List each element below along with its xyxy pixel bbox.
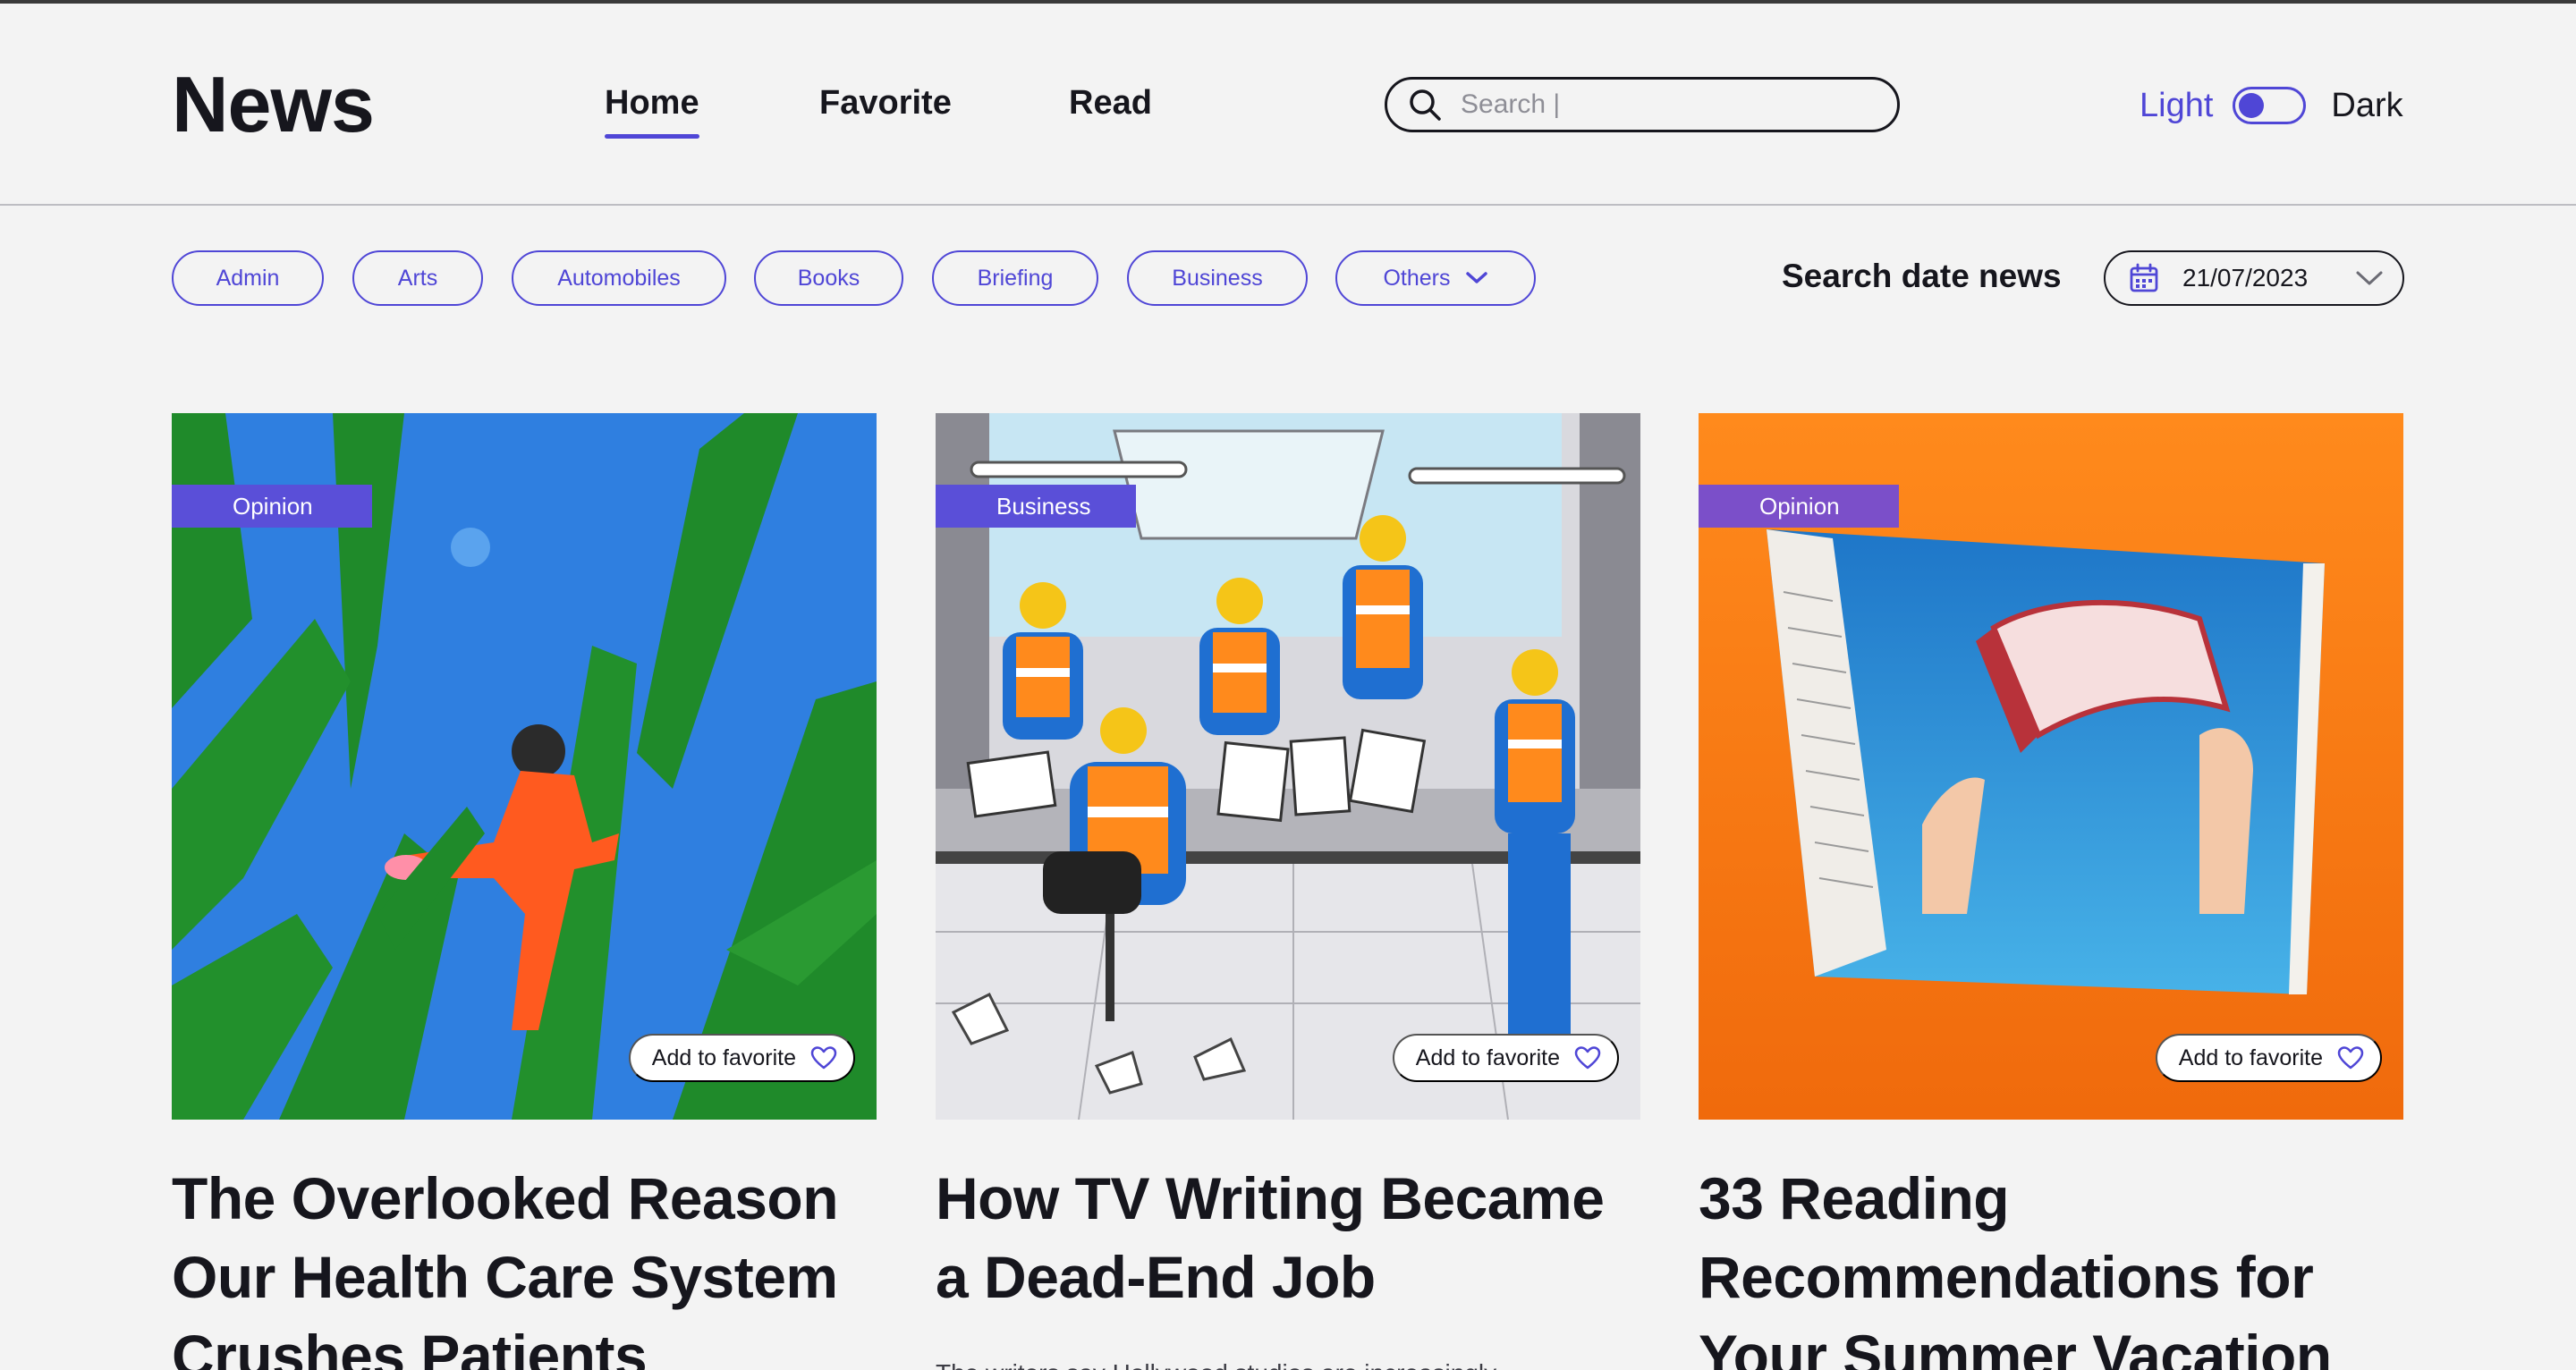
search-icon xyxy=(1410,89,1441,121)
search-box[interactable] xyxy=(1385,77,1900,132)
site-logo[interactable]: News xyxy=(172,59,375,150)
heart-icon xyxy=(2337,1046,2364,1070)
category-badge: Opinion xyxy=(1699,485,1899,528)
add-to-favorite-button[interactable]: Add to favorite xyxy=(1392,1034,1619,1082)
article-image[interactable]: Opinion Add to favorite xyxy=(1699,413,2403,1120)
chevron-down-icon xyxy=(1465,272,1487,283)
category-chip-briefing[interactable]: Briefing xyxy=(932,250,1098,306)
category-chip-automobiles[interactable]: Automobiles xyxy=(512,250,726,306)
calendar-icon xyxy=(2130,263,2158,292)
theme-toggle[interactable] xyxy=(2233,87,2307,124)
category-chip-arts[interactable]: Arts xyxy=(352,250,483,306)
site-header: News Home Favorite Read Light Dark xyxy=(0,4,2576,206)
search-input[interactable] xyxy=(1461,89,1854,120)
category-badge: Business xyxy=(936,485,1136,528)
article-card[interactable]: Opinion Add to favorite 33 Reading Recom… xyxy=(1699,413,2403,1370)
article-card[interactable]: Opinion Add to favorite The Overlooked R… xyxy=(172,413,877,1370)
theme-toggle-knob xyxy=(2239,93,2265,118)
article-image[interactable]: Opinion Add to favorite xyxy=(172,413,877,1120)
chevron-down-icon xyxy=(2356,271,2383,285)
theme-switcher: Light Dark xyxy=(2140,82,2403,129)
theme-dark-label[interactable]: Dark xyxy=(2331,87,2402,125)
date-value: 21/07/2023 xyxy=(2182,264,2309,292)
add-to-favorite-label: Add to favorite xyxy=(1415,1044,1560,1070)
nav-item-read[interactable]: Read xyxy=(1069,84,1152,123)
article-title[interactable]: How TV Writing Became a Dead-End Job xyxy=(936,1159,1640,1316)
nav-item-favorite[interactable]: Favorite xyxy=(819,84,952,123)
add-to-favorite-label: Add to favorite xyxy=(2178,1044,2323,1070)
article-card[interactable]: Business Add to favorite How TV Writing … xyxy=(936,413,1640,1370)
add-to-favorite-button[interactable]: Add to favorite xyxy=(628,1034,855,1082)
article-description: The writers say Hollywood studios are in… xyxy=(936,1356,1640,1370)
article-title[interactable]: The Overlooked Reason Our Health Care Sy… xyxy=(172,1159,877,1370)
category-chip-others[interactable]: Others xyxy=(1335,250,1536,306)
nav-item-home[interactable]: Home xyxy=(605,84,699,139)
date-picker[interactable]: 21/07/2023 xyxy=(2104,250,2404,306)
heart-icon xyxy=(810,1046,837,1070)
article-image[interactable]: Business Add to favorite xyxy=(936,413,1640,1120)
category-chip-business[interactable]: Business xyxy=(1127,250,1308,306)
category-badge: Opinion xyxy=(172,485,372,528)
theme-light-label[interactable]: Light xyxy=(2140,87,2213,125)
category-chip-books[interactable]: Books xyxy=(754,250,903,306)
category-chip-others-label: Others xyxy=(1383,265,1451,291)
add-to-favorite-button[interactable]: Add to favorite xyxy=(2155,1034,2382,1082)
heart-icon xyxy=(1574,1046,1601,1070)
add-to-favorite-label: Add to favorite xyxy=(651,1044,796,1070)
article-title[interactable]: 33 Reading Recommendations for Your Summ… xyxy=(1699,1159,2403,1370)
category-chip-admin[interactable]: Admin xyxy=(172,250,324,306)
date-search-label: Search date news xyxy=(1782,258,2062,294)
